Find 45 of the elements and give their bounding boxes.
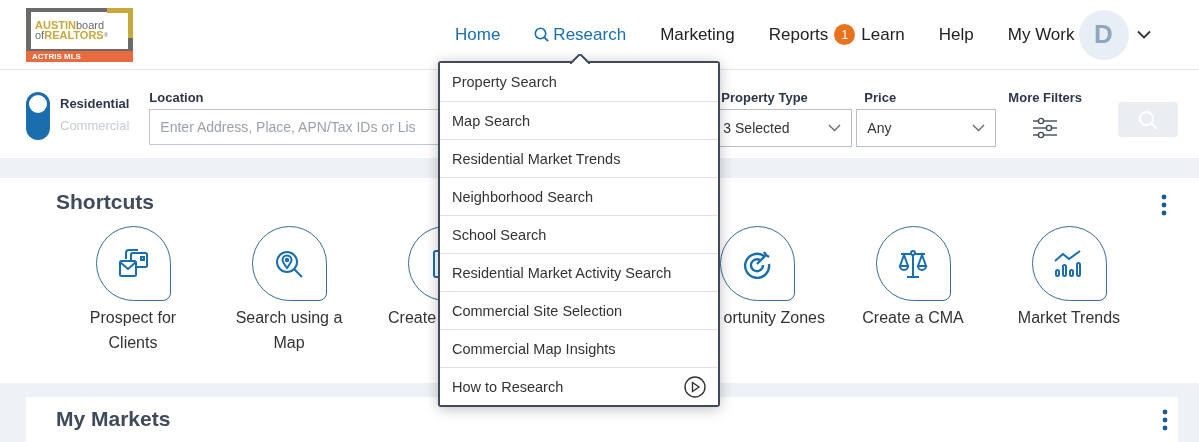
- nav-link[interactable]: Home: [455, 24, 501, 45]
- map-pin-search-icon: [274, 248, 304, 279]
- nav-link[interactable]: Learn: [861, 24, 905, 45]
- chevron-down-icon[interactable]: [1136, 30, 1151, 39]
- bar-chart-icon: [1054, 248, 1084, 279]
- mode-toggle[interactable]: [26, 92, 50, 140]
- shortcut-button[interactable]: [719, 226, 795, 301]
- shortcut-label: Market Trends: [1016, 308, 1122, 328]
- menu-item[interactable]: Residential Market Trends: [440, 139, 718, 177]
- menu-item[interactable]: Neighborhood Search: [440, 177, 718, 215]
- scale-icon: [898, 248, 928, 279]
- chevron-down-icon: [972, 124, 986, 132]
- section-title: Shortcuts: [56, 190, 154, 215]
- mode-option[interactable]: Residential: [60, 96, 130, 111]
- shortcut-label: Create a CMA: [861, 308, 965, 328]
- more-options-icon[interactable]: [1161, 194, 1167, 216]
- price-dropdown[interactable]: Any: [856, 109, 997, 147]
- toggle-knob[interactable]: [29, 95, 47, 113]
- menu-item[interactable]: Map Search: [440, 101, 718, 139]
- shortcut-label: Create: [388, 308, 437, 328]
- menu-item[interactable]: How to Research: [440, 367, 718, 405]
- field-label: Price: [864, 90, 898, 103]
- notification-badge: 1: [834, 24, 856, 45]
- field-label: More Filters: [1008, 90, 1083, 103]
- menu-item[interactable]: Commercial Map Insights: [440, 329, 718, 367]
- chevron-down-icon: [828, 124, 842, 132]
- nav-link[interactable]: My Work: [1007, 24, 1075, 45]
- play-circle-icon: [684, 375, 706, 398]
- menu-item[interactable]: Residential Market Activity Search: [440, 253, 718, 291]
- search-icon: [534, 27, 550, 42]
- shortcut-label: ortunity Zones: [723, 308, 825, 328]
- sliders-icon[interactable]: [1032, 117, 1059, 139]
- shortcut-label: Search using a Map: [234, 308, 344, 353]
- menu-item[interactable]: School Search: [440, 215, 718, 253]
- section-title: My Markets: [56, 407, 171, 432]
- field-label: Property Type: [721, 90, 809, 103]
- shortcut-label: Prospect for Clients: [88, 308, 178, 353]
- more-options-icon[interactable]: [1162, 409, 1168, 431]
- nav-link[interactable]: Help: [938, 24, 974, 45]
- menu-item[interactable]: Commercial Site Selection: [440, 291, 718, 329]
- nav-link[interactable]: Reports 1: [768, 24, 856, 45]
- nav-link[interactable]: Marketing: [660, 24, 735, 45]
- envelope-card-icon: [118, 248, 148, 279]
- nav-link[interactable]: Research: [534, 24, 627, 45]
- field-label: Location: [149, 90, 205, 103]
